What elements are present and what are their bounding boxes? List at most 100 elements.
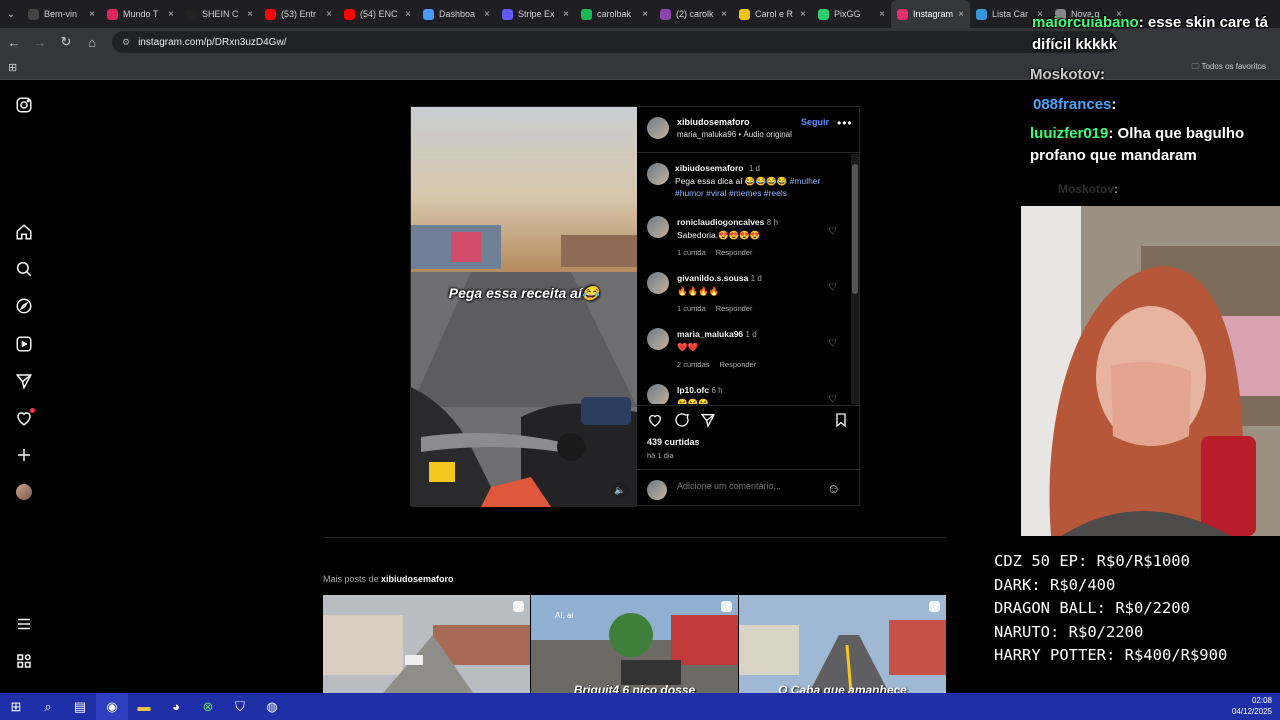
caption-username[interactable]: xibiudosemaforo bbox=[675, 163, 743, 173]
author-username[interactable]: xibiudosemaforo bbox=[677, 117, 750, 127]
discord-icon[interactable]: ◕ bbox=[160, 693, 192, 720]
section-divider bbox=[323, 537, 946, 538]
tab-close-icon[interactable]: × bbox=[168, 9, 174, 20]
search-icon[interactable] bbox=[15, 260, 33, 278]
tab-title: Lista Car bbox=[992, 9, 1029, 19]
explore-compass-icon[interactable] bbox=[15, 297, 33, 315]
profile-avatar[interactable] bbox=[16, 484, 32, 500]
more-post-thumbnail[interactable]: O Caba que amanhece bbox=[739, 595, 946, 693]
browser-tab[interactable]: Stripe Ex × bbox=[496, 0, 575, 28]
tab-close-icon[interactable]: × bbox=[958, 9, 964, 20]
reels-icon[interactable] bbox=[15, 335, 33, 353]
obs-icon[interactable]: ◍ bbox=[256, 693, 288, 720]
chat-text: : bbox=[1114, 182, 1119, 196]
meta-apps-icon[interactable] bbox=[15, 652, 33, 670]
home-button[interactable]: ⌂ bbox=[80, 30, 104, 54]
browser-tab[interactable]: Instagram × bbox=[891, 0, 970, 28]
tab-close-icon[interactable]: × bbox=[405, 9, 411, 20]
system-clock[interactable]: 02:08 04/12/2025 bbox=[1232, 695, 1272, 717]
follow-button[interactable]: Seguir bbox=[801, 117, 829, 127]
comment-like-heart-icon[interactable]: ♡ bbox=[828, 339, 838, 349]
tab-close-icon[interactable]: × bbox=[642, 9, 648, 20]
comments-scrollbar[interactable] bbox=[851, 154, 859, 404]
browser-tab[interactable]: (53) Entr × bbox=[259, 0, 338, 28]
mute-button[interactable]: 🔈 bbox=[611, 481, 629, 499]
tab-close-icon[interactable]: × bbox=[326, 9, 332, 20]
more-post-thumbnail[interactable] bbox=[323, 595, 530, 693]
tab-close-icon[interactable]: × bbox=[89, 9, 95, 20]
address-bar[interactable]: ⚙ instagram.com/p/DRxn3uzD4Gw/ ☆ bbox=[112, 31, 1117, 53]
comment-avatar[interactable] bbox=[647, 328, 669, 350]
apps-icon[interactable]: ⊞ bbox=[8, 61, 17, 74]
browser-tab[interactable]: (2) carolk × bbox=[654, 0, 733, 28]
comment-input[interactable] bbox=[677, 481, 817, 491]
tab-close-icon[interactable]: × bbox=[879, 9, 885, 20]
create-plus-icon[interactable] bbox=[15, 446, 33, 464]
start-windows-icon[interactable]: ⊞ bbox=[0, 693, 32, 720]
comment-username[interactable]: lp10.ofc bbox=[677, 385, 709, 395]
save-bookmark-icon[interactable] bbox=[833, 412, 849, 428]
comment-likes[interactable]: 2 curtidas bbox=[677, 360, 710, 369]
more-options-icon[interactable]: ••• bbox=[837, 116, 853, 130]
reply-button[interactable]: Responder bbox=[720, 360, 757, 369]
task-view-icon[interactable]: ▤ bbox=[64, 693, 96, 720]
comment-username[interactable]: givanildo.s.sousa bbox=[677, 273, 748, 283]
likes-count[interactable]: 439 curtidas bbox=[647, 437, 700, 447]
comment-username[interactable]: maria_maluka96 bbox=[677, 329, 743, 339]
tab-title: Mundo T bbox=[123, 9, 159, 19]
share-send-icon[interactable] bbox=[700, 412, 716, 428]
author-avatar[interactable] bbox=[647, 117, 669, 139]
comment-avatar[interactable] bbox=[647, 216, 669, 238]
browser-tab[interactable]: SHEIN C × bbox=[180, 0, 259, 28]
comment-bubble-icon[interactable] bbox=[674, 412, 690, 428]
forward-button[interactable]: → bbox=[28, 30, 52, 54]
search-icon[interactable]: ⌕ bbox=[32, 693, 64, 720]
more-post-thumbnail[interactable]: Aí, ai Briquit4 6 nico dosse bbox=[531, 595, 738, 693]
reply-button[interactable]: Responder bbox=[716, 248, 753, 257]
messages-send-icon[interactable] bbox=[15, 372, 33, 390]
browser-tab[interactable]: Dashboa × bbox=[417, 0, 496, 28]
instagram-logo-icon[interactable] bbox=[15, 96, 33, 114]
browser-tab[interactable]: Bem-vin × bbox=[22, 0, 101, 28]
comment-likes[interactable]: 1 curtida bbox=[677, 248, 706, 257]
tab-search-button[interactable]: ⌄ bbox=[0, 0, 22, 28]
comment-likes[interactable]: 1 curtida bbox=[677, 304, 706, 313]
tab-close-icon[interactable]: × bbox=[563, 9, 569, 20]
reload-button[interactable]: ↻ bbox=[54, 30, 78, 54]
notifications-heart-icon[interactable] bbox=[15, 408, 35, 427]
comment-text: 😆😆😆 bbox=[677, 398, 709, 404]
browser-tab[interactable]: Mundo T × bbox=[101, 0, 180, 28]
comment-like-heart-icon[interactable]: ♡ bbox=[828, 283, 838, 293]
back-button[interactable]: ← bbox=[2, 30, 26, 54]
reply-button[interactable]: Responder bbox=[716, 304, 753, 313]
thumb-caption: Briquit4 6 nico dosse bbox=[573, 683, 696, 693]
more-posts-username[interactable]: xibiudosemaforo bbox=[381, 574, 454, 584]
comment-avatar[interactable] bbox=[647, 272, 669, 294]
browser-tab[interactable]: Carol e R × bbox=[733, 0, 812, 28]
menu-hamburger-icon[interactable] bbox=[15, 615, 33, 633]
caption-avatar[interactable] bbox=[647, 163, 669, 185]
security-shield-icon[interactable]: ⛉ bbox=[224, 693, 256, 720]
thumb-caption: O Caba que amanhece bbox=[778, 683, 907, 693]
tab-close-icon[interactable]: × bbox=[247, 9, 253, 20]
chrome-icon[interactable]: ◉ bbox=[96, 693, 128, 720]
like-heart-icon[interactable] bbox=[647, 412, 663, 428]
tab-close-icon[interactable]: × bbox=[721, 9, 727, 20]
comment-like-heart-icon[interactable]: ♡ bbox=[828, 227, 838, 237]
file-explorer-icon[interactable]: ▬ bbox=[128, 693, 160, 720]
comment-text: 🔥🔥🔥🔥 bbox=[677, 286, 720, 296]
tab-close-icon[interactable]: × bbox=[800, 9, 806, 20]
reel-video[interactable]: Pega essa receita aí😂 🔈 bbox=[411, 107, 637, 507]
comment-avatar[interactable] bbox=[647, 384, 669, 404]
browser-tab[interactable]: PixGG × bbox=[812, 0, 891, 28]
browser-tab[interactable]: (54) ENC × bbox=[338, 0, 417, 28]
browser-tab[interactable]: carolbak × bbox=[575, 0, 654, 28]
audio-info[interactable]: maria_maluka96 • Áudio original bbox=[677, 130, 792, 139]
xbox-icon[interactable]: ⊗ bbox=[192, 693, 224, 720]
tab-close-icon[interactable]: × bbox=[484, 9, 490, 20]
comment-username[interactable]: roniclaudiogoncalves bbox=[677, 217, 764, 227]
site-info-icon[interactable]: ⚙ bbox=[122, 37, 130, 48]
home-icon[interactable] bbox=[15, 223, 33, 241]
emoji-picker-icon[interactable]: ☺ bbox=[827, 481, 840, 496]
comment-like-heart-icon[interactable]: ♡ bbox=[828, 395, 838, 405]
